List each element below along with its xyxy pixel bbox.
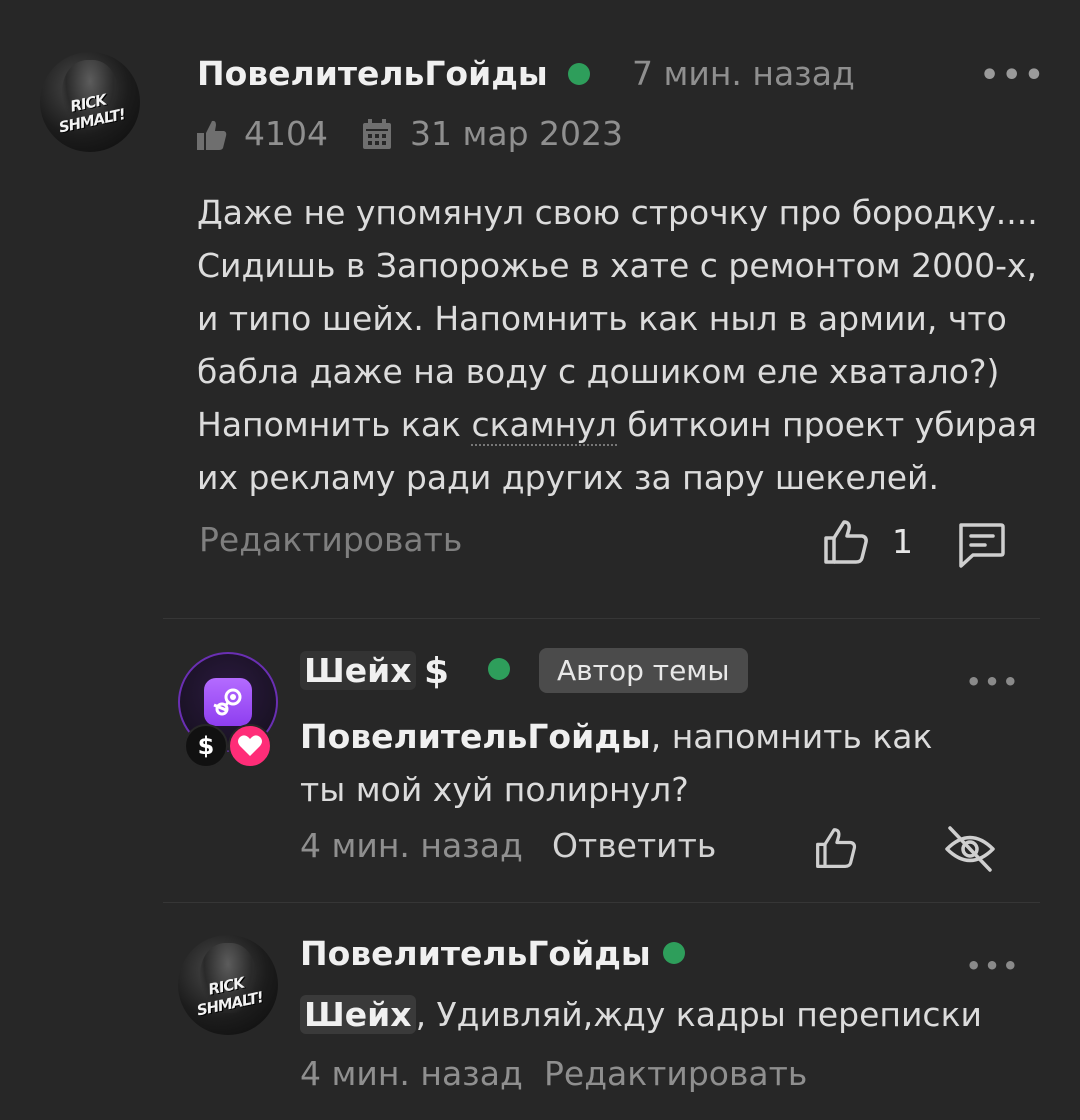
edit-link[interactable]: Редактировать [544, 1054, 807, 1093]
dollar-badge: $ [184, 724, 228, 768]
more-menu-button[interactable]: ••• [966, 952, 1021, 980]
comment-text-segment: биткоин проект убирая [616, 405, 1038, 444]
heart-badge [228, 724, 272, 768]
hide-button[interactable] [944, 824, 996, 878]
reply-line: Шейх, Удивляй,жду кадры переписки [300, 988, 1040, 1041]
reply-time: 4 мин. назад [300, 1054, 523, 1093]
reply-line: ты мой хуй полирнул? [300, 770, 689, 809]
comment-line: и типо шейх. Напомнить как ныл в армии, … [197, 299, 1007, 338]
comment-line: их рекламу ради других за пару шекелей. [197, 458, 939, 497]
reply-text-segment: , Удивляй,жду кадры переписки [415, 995, 982, 1034]
reply-line: ПовелительГойды, напомнить как [300, 710, 1000, 763]
like-outline-icon [824, 520, 868, 564]
user-likes-count: 4104 [244, 114, 328, 153]
more-menu-button[interactable]: ••• [980, 58, 1047, 93]
online-indicator [488, 658, 510, 680]
avatar-logo-text: RICK SHMALT! [195, 973, 265, 1020]
comment-text: Даже не упомянул свою строчку про бородк… [197, 186, 1057, 504]
comment-line: Даже не упомянул свою строчку про бородк… [197, 193, 1038, 232]
online-indicator [568, 63, 590, 85]
edit-link[interactable]: Редактировать [199, 520, 462, 559]
tooltip-word[interactable]: скамнул [471, 405, 617, 446]
avatar[interactable]: RICK SHMALT! [178, 935, 278, 1035]
reply-link[interactable]: Ответить [552, 826, 716, 865]
author-name[interactable]: ПовелительГойды [197, 54, 548, 93]
divider [163, 902, 1040, 903]
like-button[interactable] [814, 826, 858, 874]
reply-time: 4 мин. назад [300, 826, 523, 865]
author-name[interactable]: ПовелительГойды [300, 934, 651, 973]
like-button[interactable] [822, 518, 870, 570]
calendar-icon [362, 118, 392, 154]
message-icon [959, 523, 1005, 568]
reply-button[interactable] [955, 519, 1007, 575]
steam-icon [204, 678, 252, 726]
mention-link[interactable]: Шейх [300, 995, 416, 1034]
avatar-logo-text: RICK SHMALT! [57, 90, 127, 137]
reply-text: Шейх, Удивляй,жду кадры переписки [300, 988, 1040, 1041]
online-indicator [663, 942, 685, 964]
more-menu-button[interactable]: ••• [966, 668, 1021, 696]
author-name[interactable]: Шейх [300, 651, 416, 690]
dollar-status-icon: $ [424, 651, 450, 692]
comment-line: бабла даже на воду с дошиком еле хватало… [197, 352, 1000, 391]
mention-link[interactable]: ПовелительГойды [300, 717, 651, 756]
like-outline-icon [816, 828, 857, 868]
topic-author-badge: Автор темы [539, 648, 748, 693]
reply-text: ПовелительГойды, напомнить как ты мой ху… [300, 710, 1000, 816]
comment-time: 7 мин. назад [632, 54, 855, 93]
like-count: 1 [892, 522, 913, 561]
hide-eye-icon [945, 826, 995, 872]
thumbs-up-icon [196, 118, 228, 156]
heart-icon [238, 735, 262, 756]
divider [163, 618, 1040, 619]
avatar[interactable]: RICK SHMALT! [40, 52, 140, 152]
registration-date: 31 мар 2023 [410, 114, 624, 153]
comment-text-segment: Напомнить как [197, 405, 472, 444]
comment-line: Сидишь в Запорожье в хате с ремонтом 200… [197, 246, 1038, 285]
comment-line: Напомнить как скамнул биткоин проект уби… [197, 398, 1057, 451]
reply-text-segment: , напомнить как [650, 717, 933, 756]
